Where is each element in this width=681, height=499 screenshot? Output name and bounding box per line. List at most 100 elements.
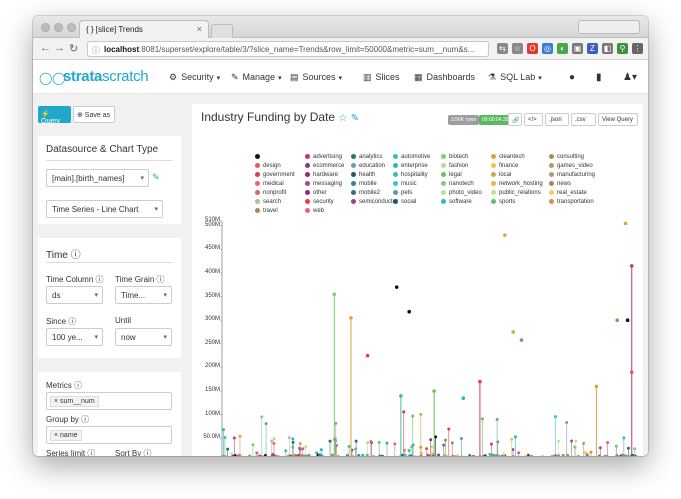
window-zoom-button[interactable] [67, 23, 76, 32]
data-point[interactable] [298, 442, 302, 446]
extension-icon[interactable]: ☆ [512, 43, 523, 54]
extension-icon[interactable]: ◐ [557, 43, 568, 54]
data-point[interactable] [419, 445, 423, 449]
data-point[interactable] [393, 442, 397, 446]
data-point[interactable] [430, 445, 434, 449]
extension-icon[interactable]: ◎ [542, 43, 553, 54]
data-point[interactable] [519, 338, 524, 342]
data-point[interactable] [622, 436, 626, 440]
back-icon[interactable]: ← [40, 42, 51, 54]
data-point[interactable] [336, 455, 340, 456]
groupby-chip[interactable]: × name [50, 430, 82, 441]
data-point[interactable] [366, 441, 370, 445]
data-point[interactable] [349, 316, 353, 320]
data-point[interactable] [480, 417, 484, 421]
data-point[interactable] [629, 264, 634, 268]
data-point[interactable] [402, 410, 406, 414]
extension-icon[interactable]: ⚲ [617, 43, 628, 54]
data-point[interactable] [510, 437, 514, 441]
data-point[interactable] [232, 436, 236, 440]
data-point[interactable] [629, 370, 634, 375]
data-point[interactable] [615, 318, 619, 323]
data-point[interactable] [495, 418, 499, 422]
forward-icon[interactable]: → [54, 42, 65, 54]
nav-sources[interactable]: ▤ Sources ▾ [290, 72, 342, 83]
data-point[interactable] [264, 422, 268, 426]
data-point[interactable] [238, 434, 242, 438]
data-point[interactable] [625, 318, 630, 323]
data-point[interactable] [353, 447, 357, 451]
datasource-select[interactable]: [main].[birth_names] ▾ [46, 169, 149, 187]
data-point[interactable] [223, 435, 227, 439]
data-point[interactable] [511, 454, 515, 456]
data-point[interactable] [461, 396, 466, 401]
data-point[interactable] [411, 414, 415, 418]
nav-security[interactable]: ⚙ Security ▾ [169, 72, 220, 83]
window-close-button[interactable] [41, 23, 50, 32]
data-point[interactable] [251, 443, 255, 447]
data-point[interactable] [606, 441, 610, 445]
data-point[interactable] [503, 233, 507, 237]
data-point[interactable] [361, 453, 365, 456]
data-point[interactable] [272, 437, 276, 441]
data-point[interactable] [287, 436, 291, 440]
user-icon[interactable]: ♟▾ [623, 72, 637, 83]
data-point[interactable] [614, 444, 618, 448]
edit-datasource-icon[interactable]: ✎ [152, 172, 160, 183]
data-point[interactable] [502, 452, 506, 456]
data-point[interactable] [530, 455, 533, 456]
data-point[interactable] [426, 453, 430, 456]
data-point[interactable] [450, 441, 454, 445]
metric-chip[interactable]: × sum__num [50, 396, 99, 407]
data-point[interactable] [598, 446, 602, 450]
data-point[interactable] [291, 437, 295, 441]
data-point[interactable] [526, 453, 530, 456]
data-point[interactable] [347, 444, 351, 448]
book-icon[interactable]: ▮ [596, 72, 602, 83]
url-input[interactable]: ⓘ localhost:8081/superset/explore/table/… [87, 41, 489, 57]
data-point[interactable] [570, 439, 574, 443]
data-point[interactable] [298, 446, 302, 450]
extension-icon[interactable]: ◧ [602, 43, 613, 54]
save-as-button[interactable]: ⊕ Save as [73, 106, 115, 123]
data-point[interactable] [272, 442, 276, 446]
data-point[interactable] [496, 440, 500, 444]
data-point[interactable] [372, 455, 375, 456]
data-point[interactable] [332, 292, 337, 297]
data-point[interactable] [413, 454, 417, 456]
time-column-select[interactable]: ds ▾ [46, 286, 103, 304]
info-icon[interactable]: ⓘ [92, 45, 100, 56]
data-point[interactable] [260, 415, 264, 419]
data-point[interactable] [304, 445, 308, 449]
data-point[interactable] [330, 453, 334, 456]
data-point[interactable] [456, 454, 460, 456]
data-point[interactable] [399, 394, 403, 398]
data-point[interactable] [633, 447, 637, 451]
data-point[interactable] [489, 442, 493, 446]
nav-dashboards[interactable]: ▦ Dashboards [414, 72, 475, 83]
extension-icon[interactable]: ⇆ [497, 43, 508, 54]
data-point[interactable] [488, 452, 492, 456]
data-point[interactable] [354, 439, 358, 443]
data-point[interactable] [576, 454, 580, 456]
data-point[interactable] [517, 451, 521, 455]
data-point[interactable] [357, 454, 361, 456]
data-point[interactable] [319, 448, 323, 452]
since-select[interactable]: 100 ye... ▾ [46, 328, 103, 346]
data-point[interactable] [365, 453, 369, 456]
data-point[interactable] [425, 447, 429, 451]
data-point[interactable] [565, 420, 569, 424]
data-point[interactable] [419, 451, 423, 455]
window-minimize-button[interactable] [54, 23, 63, 32]
until-select[interactable]: now ▾ [115, 328, 172, 346]
data-point[interactable] [556, 439, 560, 443]
data-point[interactable] [248, 454, 252, 456]
data-point[interactable] [443, 438, 447, 442]
data-point[interactable] [255, 451, 259, 455]
browser-tab[interactable]: { } [slice] Trends × [79, 20, 209, 38]
data-point[interactable] [437, 453, 441, 456]
data-point[interactable] [550, 455, 554, 456]
data-point[interactable] [561, 453, 565, 456]
data-point[interactable] [468, 454, 472, 456]
data-point[interactable] [365, 353, 370, 358]
